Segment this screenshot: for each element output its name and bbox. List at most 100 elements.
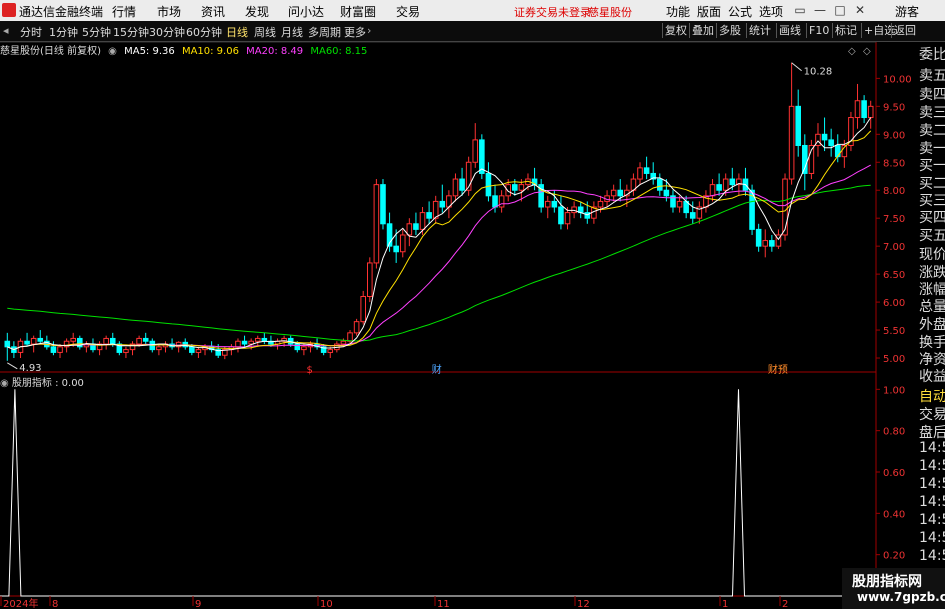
period-60min[interactable]: 60分钟 <box>186 24 222 40</box>
sidebar-afterhours[interactable]: 盘后 <box>919 422 945 442</box>
price-tick-label: 8.00 <box>883 186 905 197</box>
ma60-line <box>7 184 871 342</box>
candle-body <box>4 340 11 348</box>
menu-gongshi[interactable]: 公式 <box>728 3 752 20</box>
trade-login-warning[interactable]: 证券交易未登录 <box>514 4 591 20</box>
guest-user[interactable]: 游客 <box>895 3 919 20</box>
ma5-line <box>7 117 872 352</box>
chart-settings-icon[interactable]: ◉ <box>108 46 117 57</box>
diejia-button[interactable]: 叠加 <box>689 23 716 38</box>
menu-shichang[interactable]: 市场 <box>157 3 181 20</box>
period-multi[interactable]: 多周期 <box>308 24 341 40</box>
time-tick-label: 2 <box>782 599 788 609</box>
sidebar-trade[interactable]: 交易 <box>919 404 945 424</box>
period-daily[interactable]: 日线 <box>226 24 248 40</box>
candle-body <box>854 100 861 119</box>
biaoji-button[interactable]: 标记 <box>832 23 859 38</box>
period-toolbar: ◂ 分时 1分钟 5分钟 15分钟 30分钟 60分钟 日线 周线 月线 多周期… <box>0 21 945 42</box>
ma5-label: MA5: 9.36 <box>124 46 175 57</box>
candle-body <box>301 346 307 351</box>
candle-body <box>413 223 419 230</box>
price-tick-label: 10.00 <box>883 74 912 85</box>
time-tick-label: 11 <box>437 599 450 609</box>
period-30min[interactable]: 30分钟 <box>149 24 185 40</box>
period-1min[interactable]: 1分钟 <box>49 24 78 40</box>
sidebar-auto[interactable]: 自动 <box>919 386 945 406</box>
back-button[interactable]: 返回 <box>891 23 918 38</box>
sidebar-price: 现价 <box>919 247 945 263</box>
minimize-icon[interactable]: — <box>812 2 828 18</box>
candle-body <box>189 346 195 353</box>
period-monthly[interactable]: 月线 <box>281 24 303 40</box>
candle-body <box>254 337 261 342</box>
sidebar-tick-time: 14:56 <box>919 548 945 564</box>
candle-body <box>571 206 577 214</box>
sidebar-tick-time: 14:56 <box>919 494 945 510</box>
menu-gongneng[interactable]: 功能 <box>666 3 690 20</box>
maximize-icon[interactable]: □ <box>832 2 848 18</box>
menu-caifuquan[interactable]: 财富圈 <box>340 3 376 20</box>
candle-body <box>861 100 867 119</box>
menu-zixun[interactable]: 资讯 <box>201 3 225 20</box>
period-more[interactable]: 更多 <box>344 24 366 40</box>
price-tick-label: 5.50 <box>883 326 905 337</box>
candle-body <box>50 346 57 353</box>
more-arrow-icon[interactable]: › <box>367 24 371 37</box>
candle-body <box>597 200 604 208</box>
price-tick-label: 6.00 <box>883 298 905 309</box>
candle-body <box>802 144 808 174</box>
price-tick-label: 8.50 <box>883 158 905 169</box>
menu-banmian[interactable]: 版面 <box>697 3 721 20</box>
f10-button[interactable]: F10 <box>806 23 831 38</box>
candle-body <box>241 340 248 345</box>
candle-body <box>610 189 617 197</box>
period-fenshi[interactable]: 分时 <box>20 24 42 40</box>
collapse-icon[interactable]: ◂ <box>3 24 9 37</box>
kline-chart-area[interactable]: 10.00 9.50 9.00 8.50 8.00 7.50 7.00 6.50 6.00 5.5… <box>0 42 917 609</box>
candle-body <box>399 234 406 253</box>
candle-body <box>637 167 643 180</box>
candle-body <box>498 195 505 208</box>
candle-body <box>657 178 663 191</box>
time-tick-label: 8 <box>52 599 58 609</box>
indicator-infoline: ◉ 股朋指标 : 0.00 <box>0 374 84 389</box>
duogu-button[interactable]: 多股 <box>716 23 743 38</box>
time-tick-label: 9 <box>195 599 201 609</box>
price-tick-label: 7.00 <box>883 242 905 253</box>
sidebar-sell5: 卖五 <box>919 68 945 84</box>
watermark-title: 股朋指标网 <box>852 574 922 590</box>
menu-wenxiaoda[interactable]: 问小达 <box>288 3 324 20</box>
restore-icon[interactable]: ▭ <box>792 2 808 18</box>
price-tick-label: 7.50 <box>883 214 905 225</box>
candle-body <box>439 200 446 208</box>
menu-faxian[interactable]: 发现 <box>245 3 269 20</box>
huaxian-button[interactable]: 画线 <box>776 23 803 38</box>
main-chart-title: 慈星股份(日线 前复权) <box>0 46 101 57</box>
price-tick-label: 5.00 <box>883 354 905 365</box>
quote-sidebar: 委比 卖五 卖四 卖三 卖二 卖一 买一 买二 买三 买四 买五 现价 涨跌 涨… <box>917 42 945 609</box>
candle-body <box>327 349 334 353</box>
indicator-settings-icon[interactable]: ◉ <box>0 378 9 389</box>
period-15min[interactable]: 15分钟 <box>113 24 149 40</box>
watermark-url: www.7gpzb.com <box>857 590 945 604</box>
candle-body <box>544 200 551 208</box>
candle-body <box>709 184 716 197</box>
menu-hangqing[interactable]: 行情 <box>112 3 136 20</box>
high-price-label: 10.28 <box>804 67 833 78</box>
menu-jiaoyi[interactable]: 交易 <box>396 3 420 20</box>
period-weekly[interactable]: 周线 <box>254 24 276 40</box>
candle-body <box>360 295 366 323</box>
high-pointer <box>791 62 802 72</box>
candle-body <box>512 184 518 191</box>
menu-xuanxiang[interactable]: 选项 <box>759 3 783 20</box>
sidebar-weibi: 委比 <box>919 47 945 63</box>
candle-body <box>235 340 241 348</box>
period-5min[interactable]: 5分钟 <box>82 24 111 40</box>
close-icon[interactable]: ✕ <box>852 2 868 18</box>
event-marker: 财 <box>432 363 442 376</box>
indicator-tick-label: 0.40 <box>883 509 905 520</box>
tongji-button[interactable]: 统计 <box>746 23 773 38</box>
candle-body <box>103 337 109 345</box>
candle-body <box>828 139 834 146</box>
fuquan-button[interactable]: 复权 <box>662 23 689 38</box>
